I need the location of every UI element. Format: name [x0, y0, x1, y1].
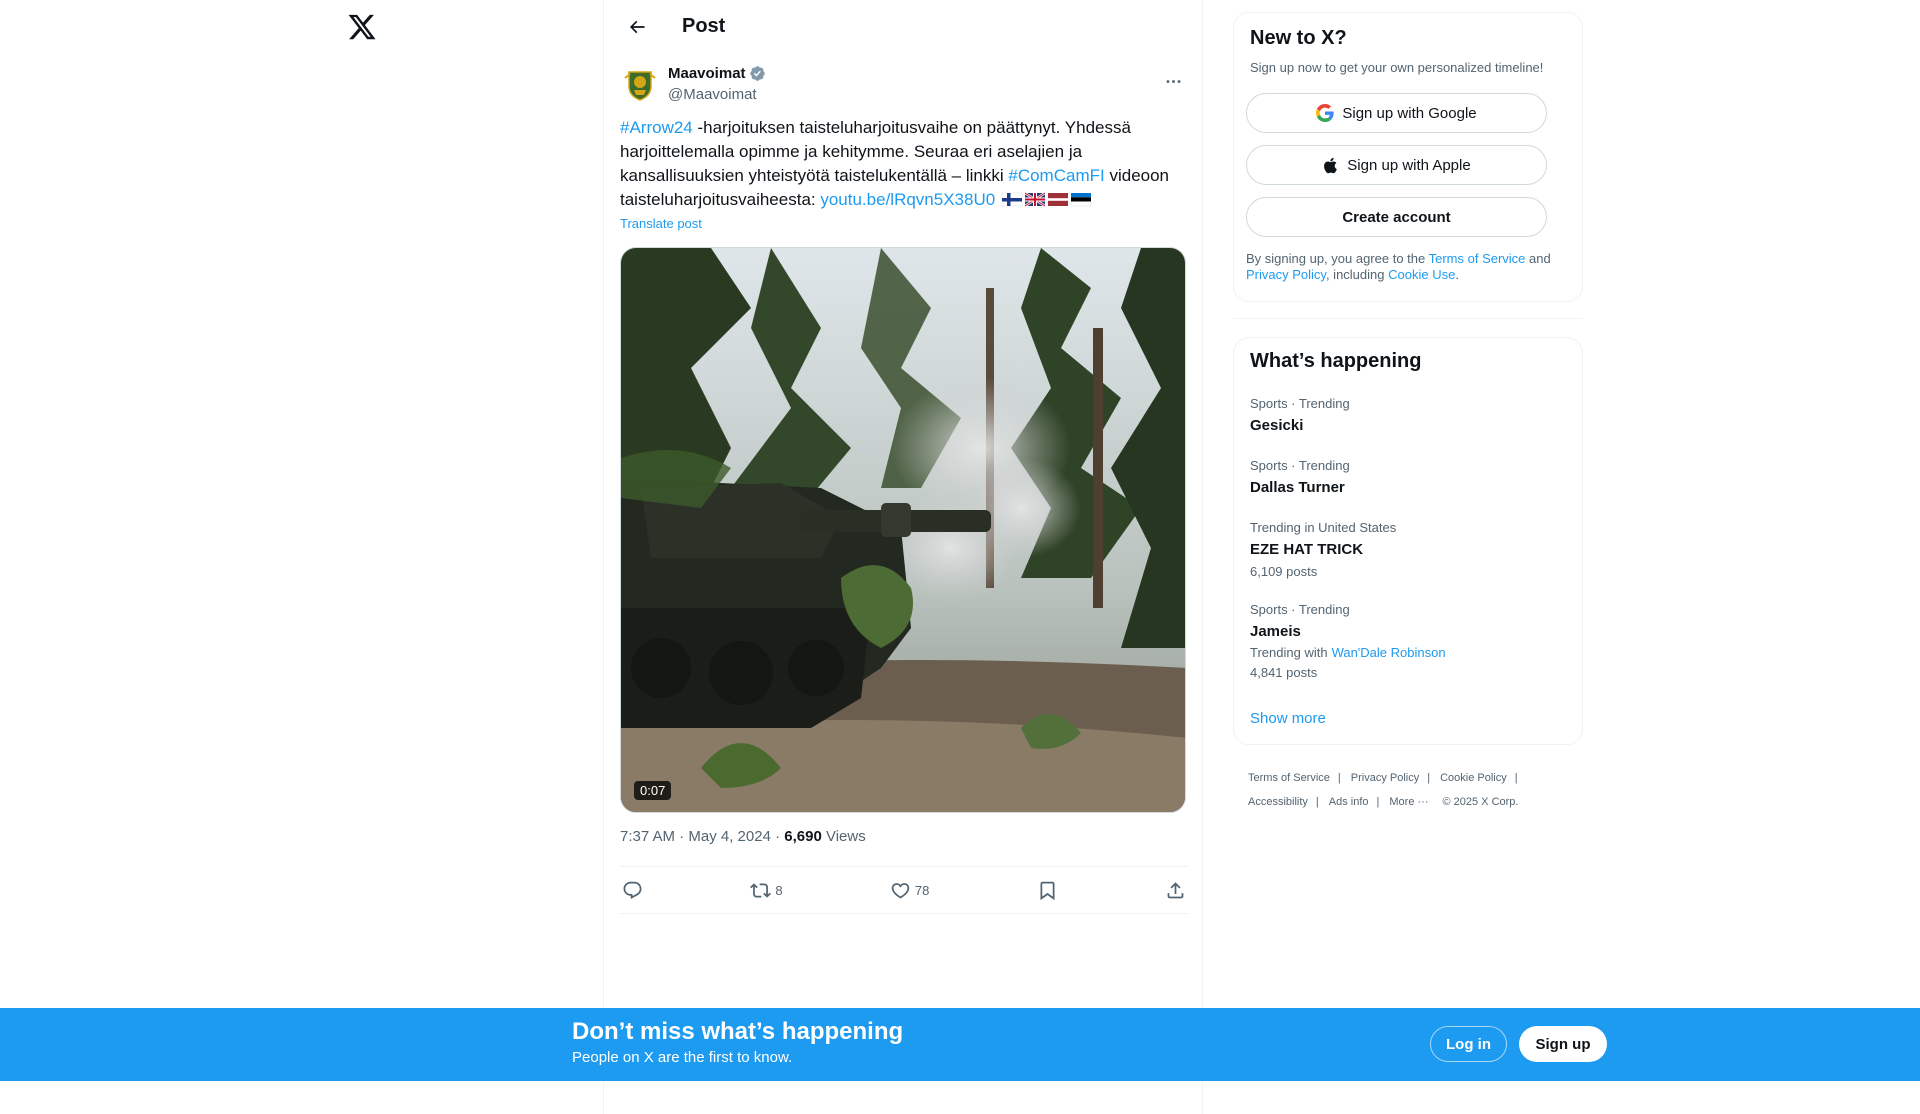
signup-subtitle: Sign up now to get your own personalized…: [1250, 60, 1544, 75]
like-count: 78: [914, 882, 930, 898]
reply-icon: [623, 881, 642, 899]
trend-item[interactable]: Sports · Trending Dallas Turner: [1250, 458, 1570, 498]
post-timestamp[interactable]: 7:37 AM · May 4, 2024 ·: [620, 828, 784, 845]
uk-flag-icon: [1024, 191, 1046, 208]
signup-title: New to X?: [1250, 27, 1347, 49]
google-icon: [1316, 104, 1334, 122]
signup-card: New to X? Sign up now to get your own pe…: [1233, 12, 1583, 302]
like-button[interactable]: 78: [890, 880, 929, 901]
trend-item[interactable]: Sports · Trending Gesicki: [1250, 396, 1570, 436]
author-handle[interactable]: @Maavoimat: [668, 86, 757, 103]
finland-flag-icon: [1001, 192, 1023, 207]
terms-link[interactable]: Terms of Service: [1429, 251, 1526, 266]
hashtag-link[interactable]: #ComCamFI: [1008, 166, 1104, 185]
bottom-bar-title: Don’t miss what’s happening: [572, 1018, 904, 1045]
x-logo-icon[interactable]: [347, 12, 377, 42]
retweet-count: 8: [775, 882, 783, 898]
video-player[interactable]: 0:07: [620, 247, 1186, 813]
page-title: Post: [682, 15, 726, 37]
footer-more-link[interactable]: More ···: [1389, 796, 1428, 808]
hashtag-link[interactable]: #Arrow24: [620, 118, 693, 137]
youtube-link[interactable]: youtu.be/lRqvn5X38U0: [820, 190, 995, 209]
post-meta: 7:37 AM · May 4, 2024 · 6,690 Views: [620, 828, 866, 845]
show-more-link[interactable]: Show more: [1250, 710, 1326, 727]
signup-apple-button[interactable]: Sign up with Apple: [1246, 145, 1547, 185]
video-thumbnail: [621, 248, 1185, 812]
trend-item[interactable]: Trending in United States EZE HAT TRICK …: [1250, 520, 1570, 580]
bookmark-icon: [1040, 881, 1055, 900]
privacy-link[interactable]: Privacy Policy: [1246, 267, 1326, 282]
estonia-flag-icon: [1070, 193, 1092, 207]
translate-post-link[interactable]: Translate post: [620, 216, 702, 231]
trends-title: What’s happening: [1250, 350, 1422, 372]
retweet-button[interactable]: 8: [750, 880, 783, 901]
share-button[interactable]: [1165, 880, 1186, 901]
retweet-icon: [750, 882, 772, 898]
create-account-button[interactable]: Create account: [1246, 197, 1547, 237]
footer-ads-link[interactable]: Ads info: [1329, 796, 1369, 808]
more-options-button[interactable]: [1158, 66, 1188, 96]
back-button[interactable]: [620, 10, 654, 44]
video-duration: 0:07: [634, 781, 672, 800]
share-icon: [1167, 881, 1184, 898]
login-button[interactable]: Log in: [1430, 1026, 1507, 1062]
post-actions: 8 78: [620, 866, 1188, 914]
whats-happening-card: What’s happening Sports · Trending Gesic…: [1233, 337, 1583, 745]
bottom-signup-bar: Don’t miss what’s happening People on X …: [0, 1008, 1920, 1081]
arrow-left-icon: [629, 20, 645, 33]
sidebar-divider: [1233, 318, 1583, 319]
views-count: 6,690: [784, 828, 822, 845]
heart-icon: [891, 882, 910, 899]
main-column: Post Maavoimat @Maavoimat #Arrow24 -harj…: [603, 0, 1203, 1114]
copyright: © 2025 X Corp.: [1442, 796, 1519, 808]
ellipsis-icon: [1166, 79, 1180, 83]
signup-google-button[interactable]: Sign up with Google: [1246, 93, 1547, 133]
apple-icon: [1324, 157, 1338, 173]
footer-privacy-link[interactable]: Privacy Policy: [1351, 772, 1419, 784]
trending-with-link[interactable]: Wan'Dale Robinson: [1332, 645, 1446, 660]
author-name[interactable]: Maavoimat: [668, 65, 766, 82]
post-text: #Arrow24 -harjoituksen taisteluharjoitus…: [620, 116, 1188, 214]
verified-badge-icon: [749, 66, 765, 81]
footer-terms-link[interactable]: Terms of Service: [1248, 772, 1330, 784]
cookie-use-link[interactable]: Cookie Use: [1388, 267, 1455, 282]
post-author: Maavoimat @Maavoimat: [620, 52, 1188, 106]
reply-button[interactable]: [622, 880, 643, 901]
flag-emojis: [1000, 190, 1092, 214]
footer-accessibility-link[interactable]: Accessibility: [1248, 796, 1308, 808]
avatar[interactable]: [620, 64, 660, 104]
signup-legal-text: By signing up, you agree to the Terms of…: [1246, 251, 1551, 282]
signup-button[interactable]: Sign up: [1519, 1026, 1607, 1062]
footer-links: Terms of Service | Privacy Policy | Cookie P…: [1248, 772, 1519, 808]
trend-item[interactable]: Sports · Trending Jameis Trending with Wa…: [1250, 602, 1570, 681]
footer-cookie-link[interactable]: Cookie Policy: [1440, 772, 1507, 784]
bookmark-button[interactable]: [1037, 880, 1058, 901]
latvia-flag-icon: [1047, 193, 1068, 206]
bottom-bar-subtitle: People on X are the first to know.: [572, 1049, 793, 1066]
post-header: Post: [604, 0, 1202, 53]
